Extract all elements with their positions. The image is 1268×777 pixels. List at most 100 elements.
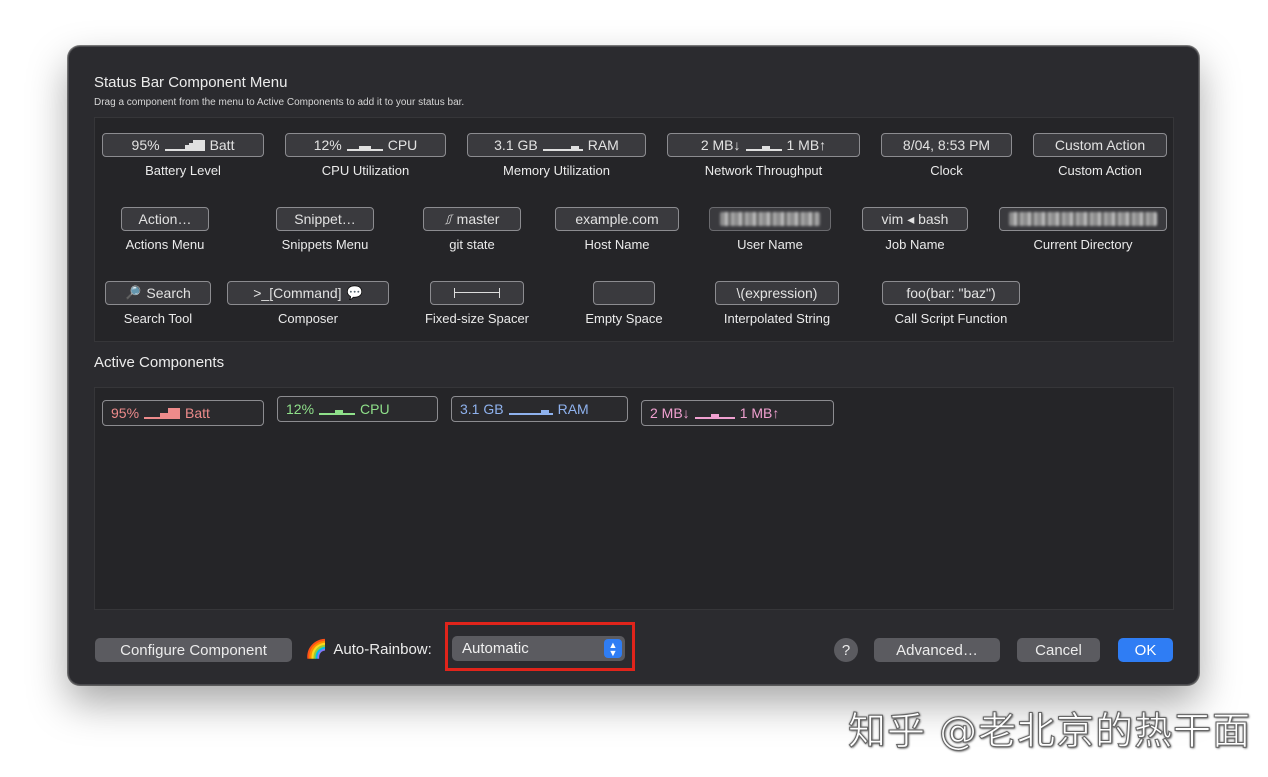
component-current-directory[interactable]: Current Directory xyxy=(999,207,1167,252)
component-user-name[interactable]: User Name xyxy=(709,207,831,252)
component-label: User Name xyxy=(737,237,803,252)
component-label: Current Directory xyxy=(1033,237,1133,252)
component-fixed-size-spacer[interactable]: Fixed-size Spacer xyxy=(415,281,539,326)
battery-pct: 95% xyxy=(131,137,160,153)
component-label: Composer xyxy=(278,311,338,326)
spacer-icon xyxy=(454,288,500,298)
current-directory-pill[interactable] xyxy=(999,207,1167,231)
user-name-pill[interactable] xyxy=(709,207,831,231)
active-network[interactable]: 2 MB↓ 1 MB↑ xyxy=(641,400,834,426)
battery-unit: Batt xyxy=(209,137,235,153)
redacted-directory xyxy=(1009,212,1157,226)
memory-pill[interactable]: 3.1 GB RAM xyxy=(467,133,646,157)
active-network-down: 2 MB↓ xyxy=(650,405,690,421)
job-name-pill[interactable]: vim ◂ bash xyxy=(862,207,968,231)
network-pill[interactable]: 2 MB↓ 1 MB↑ xyxy=(667,133,860,157)
component-battery-level[interactable]: 95% Batt Battery Level xyxy=(102,133,264,178)
custom-action-pill[interactable]: Custom Action xyxy=(1033,133,1167,157)
component-label: CPU Utilization xyxy=(321,163,410,178)
menu-subtitle: Drag a component from the menu to Active… xyxy=(94,97,465,108)
component-label: Memory Utilization xyxy=(503,163,610,178)
active-battery[interactable]: 95% Batt xyxy=(102,400,264,426)
component-call-script-function[interactable]: foo(bar: "baz") Call Script Function xyxy=(881,281,1021,326)
component-label: Clock xyxy=(930,163,963,178)
component-job-name[interactable]: vim ◂ bash Job Name xyxy=(862,207,968,252)
sparkline-icon xyxy=(508,404,553,415)
speech-bubble-icon: 💬 xyxy=(346,285,363,300)
component-label: Snippets Menu xyxy=(281,237,369,252)
network-down: 2 MB↓ xyxy=(700,137,741,153)
sparkline-icon xyxy=(542,140,583,151)
component-label: Battery Level xyxy=(145,163,221,178)
active-cpu-unit: CPU xyxy=(360,401,390,417)
active-cpu[interactable]: 12% CPU xyxy=(277,396,438,422)
component-interpolated-string[interactable]: \(expression) Interpolated String xyxy=(713,281,841,326)
active-battery-pct: 95% xyxy=(111,405,140,421)
component-cpu-utilization[interactable]: 12% CPU CPU Utilization xyxy=(285,133,446,178)
git-branch-name: master xyxy=(456,211,500,227)
active-components-panel[interactable]: 95% Batt 12% CPU 3.1 GB RAM 2 MB↓ 1 MB↑ xyxy=(94,387,1174,610)
component-host-name[interactable]: example.com Host Name xyxy=(555,207,679,252)
component-label: Custom Action xyxy=(1058,163,1142,178)
component-empty-space[interactable]: Empty Space xyxy=(573,281,675,326)
memory-value: 3.1 GB xyxy=(494,137,538,153)
component-label: Empty Space xyxy=(585,311,663,326)
search-tool-text: Search xyxy=(146,285,191,301)
status-bar-dialog: Status Bar Component Menu Drag a compone… xyxy=(68,46,1199,685)
sparkline-icon xyxy=(745,140,782,151)
component-snippets-menu[interactable]: Snippet… Snippets Menu xyxy=(265,207,385,252)
rainbow-icon: 🌈 xyxy=(305,639,328,659)
actions-menu-pill[interactable]: Action… xyxy=(121,207,209,231)
active-battery-unit: Batt xyxy=(185,405,210,421)
chevron-up-down-icon: ▲ ▼ xyxy=(604,639,622,658)
clock-pill[interactable]: 8/04, 8:53 PM xyxy=(881,133,1012,157)
empty-space-pill[interactable] xyxy=(593,281,655,305)
active-memory[interactable]: 3.1 GB RAM xyxy=(451,396,628,422)
composer-text: >_[Command] xyxy=(253,285,342,301)
cpu-pct: 12% xyxy=(313,137,342,153)
host-name-pill[interactable]: example.com xyxy=(555,207,679,231)
component-label: Interpolated String xyxy=(723,311,831,326)
component-clock[interactable]: 8/04, 8:53 PM Clock xyxy=(881,133,1012,178)
snippets-menu-pill[interactable]: Snippet… xyxy=(276,207,374,231)
fixed-spacer-pill[interactable] xyxy=(430,281,524,305)
component-composer[interactable]: >_[Command] 💬 Composer xyxy=(227,281,389,326)
battery-pill[interactable]: 95% Batt xyxy=(102,133,264,157)
redacted-user-name xyxy=(720,212,820,226)
interpolated-pill[interactable]: \(expression) xyxy=(715,281,839,305)
memory-unit: RAM xyxy=(587,137,619,153)
active-cpu-pct: 12% xyxy=(286,401,315,417)
watermark-text: 知乎 @老北京的热干面 xyxy=(847,709,1252,754)
cpu-unit: CPU xyxy=(387,137,418,153)
component-memory-utilization[interactable]: 3.1 GB RAM Memory Utilization xyxy=(467,133,646,178)
component-label: Search Tool xyxy=(123,311,193,326)
component-actions-menu[interactable]: Action… Actions Menu xyxy=(105,207,225,252)
git-branch-icon: ⎎ xyxy=(444,210,452,227)
component-label: Job Name xyxy=(885,237,945,252)
network-up: 1 MB↑ xyxy=(786,137,827,153)
advanced-button[interactable]: Advanced… xyxy=(874,638,1000,662)
component-git-state[interactable]: ⎎ master git state xyxy=(417,207,527,252)
cancel-button[interactable]: Cancel xyxy=(1017,638,1100,662)
component-network-throughput[interactable]: 2 MB↓ 1 MB↑ Network Throughput xyxy=(667,133,860,178)
component-label: Actions Menu xyxy=(125,237,205,252)
call-script-pill[interactable]: foo(bar: "baz") xyxy=(882,281,1020,305)
component-search-tool[interactable]: 🔎 Search Search Tool xyxy=(105,281,211,326)
ok-button[interactable]: OK xyxy=(1118,638,1173,662)
menu-title: Status Bar Component Menu xyxy=(94,74,288,91)
help-button[interactable]: ? xyxy=(834,638,858,662)
search-icon: 🔎 xyxy=(125,285,142,300)
active-components-title: Active Components xyxy=(94,354,225,371)
configure-component-button[interactable]: Configure Component xyxy=(95,638,292,662)
cpu-pill[interactable]: 12% CPU xyxy=(285,133,446,157)
active-memory-value: 3.1 GB xyxy=(460,401,504,417)
auto-rainbow-value: Automatic xyxy=(462,640,529,657)
composer-pill[interactable]: >_[Command] 💬 xyxy=(227,281,389,305)
search-tool-pill[interactable]: 🔎 Search xyxy=(105,281,211,305)
component-menu-panel: 95% Batt Battery Level 12% CPU CPU Utili… xyxy=(94,117,1174,342)
sparkline-icon xyxy=(144,407,181,419)
component-custom-action[interactable]: Custom Action Custom Action xyxy=(1033,133,1167,178)
component-label: Call Script Function xyxy=(894,311,1008,326)
git-state-pill[interactable]: ⎎ master xyxy=(423,207,521,231)
auto-rainbow-select[interactable]: Automatic ▲ ▼ xyxy=(452,636,625,661)
